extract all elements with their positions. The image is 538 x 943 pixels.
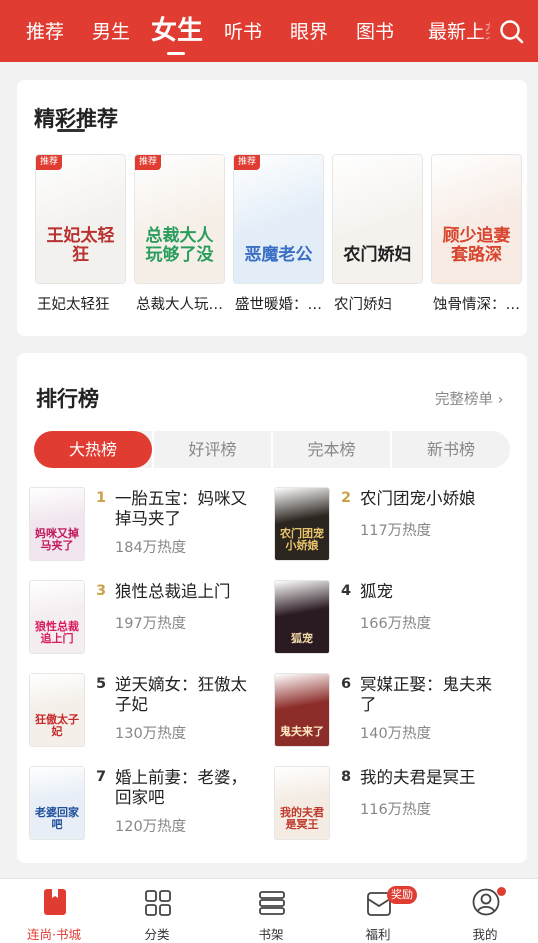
ranking-heat: 140万热度 bbox=[360, 726, 432, 742]
full-ranking-link[interactable]: 完整榜单 › bbox=[435, 388, 503, 409]
cover-title: 恶魔老公 bbox=[244, 245, 313, 265]
ranking-book-cover[interactable]: 鬼夫来了 bbox=[275, 674, 329, 746]
featured-book-name[interactable]: 总裁大人玩够了没 bbox=[136, 293, 228, 314]
ranking-book-cover[interactable]: 老婆回家吧 bbox=[30, 767, 84, 839]
ranking-book-cover[interactable]: 狼性总裁追上门 bbox=[30, 581, 84, 653]
ranking-cover-title: 农门团宠小娇娘 bbox=[280, 527, 324, 552]
top-tab-bar: 推荐 男生 女生 听书 眼界 图书 最新上架 bbox=[0, 0, 538, 62]
ranking-book-cover[interactable]: 我的夫君是冥王 bbox=[275, 767, 329, 839]
ranking-book-title[interactable]: 一胎五宝：妈咪又掉马夹了 bbox=[115, 489, 260, 529]
featured-book-name[interactable]: 王妃太轻狂 bbox=[37, 293, 129, 314]
ranking-book-title[interactable]: 我的夫君是冥王 bbox=[360, 768, 505, 788]
ranking-heat: 116万热度 bbox=[360, 802, 432, 818]
featured-book-name[interactable]: 盛世暖婚：恶魔老公 bbox=[235, 293, 327, 314]
nav-label-welfare: 福利 bbox=[365, 927, 391, 942]
user-icon bbox=[472, 888, 500, 916]
ranking-heat: 117万热度 bbox=[360, 523, 432, 539]
search-button[interactable] bbox=[497, 17, 527, 47]
tab-completed[interactable]: 完本榜 bbox=[273, 431, 390, 468]
rank-number: 3 bbox=[96, 583, 107, 599]
cover-title: 农门娇妇 bbox=[343, 245, 412, 265]
nav-label-category: 分类 bbox=[144, 927, 170, 942]
ranking-book-title[interactable]: 农门团宠小娇娘 bbox=[360, 489, 505, 509]
ranking-heat: 130万热度 bbox=[115, 726, 187, 742]
rank-number: 8 bbox=[341, 769, 352, 785]
rank-number: 7 bbox=[96, 769, 107, 785]
tab-books[interactable]: 图书 bbox=[356, 0, 394, 62]
rank-number: 1 bbox=[96, 490, 107, 506]
tab-audiobook[interactable]: 听书 bbox=[224, 0, 262, 62]
bottom-nav: 连尚·书城 分类 书架 福利 我的 bbox=[0, 878, 538, 943]
book-icon bbox=[44, 889, 66, 915]
notification-dot bbox=[497, 887, 506, 896]
ranking-book-title[interactable]: 冥媒正娶：鬼夫来了 bbox=[360, 675, 505, 715]
nav-profile[interactable]: 我的 bbox=[431, 879, 538, 943]
ranking-book-title[interactable]: 狼性总裁追上门 bbox=[115, 582, 260, 602]
ranking-book-title[interactable]: 狐宠 bbox=[360, 582, 505, 602]
ranking-title: 排行榜 bbox=[36, 387, 99, 411]
tab-vision[interactable]: 眼界 bbox=[290, 0, 328, 62]
cover-title: 顾少追妻套路深 bbox=[442, 226, 511, 265]
featured-book-cover[interactable]: 推荐王妃太轻狂 bbox=[36, 155, 125, 283]
cover-title: 总裁大人玩够了没 bbox=[145, 226, 214, 265]
active-tab-indicator bbox=[167, 52, 185, 55]
ranking-tabs: 大热榜 好评榜 完本榜 新书榜 bbox=[34, 431, 510, 468]
rank-number: 4 bbox=[341, 583, 352, 599]
tab-top-rated[interactable]: 好评榜 bbox=[154, 431, 271, 468]
featured-book-cover[interactable]: 顾少追妻套路深 bbox=[432, 155, 521, 283]
featured-book-cover[interactable]: 农门娇妇 bbox=[333, 155, 422, 283]
nav-label-bookshelf: 书架 bbox=[258, 927, 284, 942]
ranking-book-cover[interactable]: 妈咪又掉马夹了 bbox=[30, 488, 84, 560]
recommend-badge: 推荐 bbox=[36, 155, 62, 170]
nav-bookshelf[interactable]: 书架 bbox=[217, 879, 325, 943]
recommend-badge: 推荐 bbox=[135, 155, 161, 170]
ranking-heat: 184万热度 bbox=[115, 540, 187, 556]
ranking-book-cover[interactable]: 农门团宠小娇娘 bbox=[275, 488, 329, 560]
featured-book-cover[interactable]: 推荐总裁大人玩够了没 bbox=[135, 155, 224, 283]
ranking-cover-title: 狐宠 bbox=[291, 632, 313, 645]
nav-label-profile: 我的 bbox=[472, 927, 498, 942]
ranking-book-cover[interactable]: 狐宠 bbox=[275, 581, 329, 653]
bookshelf-icon bbox=[259, 891, 285, 915]
tab-hot[interactable]: 大热榜 bbox=[34, 431, 152, 468]
nav-bookstore[interactable]: 连尚·书城 bbox=[0, 879, 108, 943]
ranking-cover-title: 鬼夫来了 bbox=[280, 725, 324, 738]
search-icon bbox=[500, 20, 524, 44]
nav-label-bookstore: 连尚·书城 bbox=[27, 927, 81, 942]
ranking-cover-title: 狼性总裁追上门 bbox=[35, 620, 79, 645]
ranking-cover-title: 老婆回家吧 bbox=[35, 806, 79, 831]
featured-book-name[interactable]: 蚀骨情深：顾少追妻套路深 bbox=[433, 293, 525, 314]
tab-recommend[interactable]: 推荐 bbox=[26, 0, 64, 62]
cover-title: 王妃太轻狂 bbox=[46, 226, 115, 265]
nav-welfare[interactable]: 福利 bbox=[324, 879, 432, 943]
recommend-badge: 推荐 bbox=[234, 155, 260, 170]
nav-category[interactable]: 分类 bbox=[103, 879, 211, 943]
ranking-heat: 120万热度 bbox=[115, 819, 187, 835]
tab-male[interactable]: 男生 bbox=[92, 0, 130, 62]
featured-title-underline bbox=[57, 129, 85, 132]
featured-book-cover[interactable]: 推荐恶魔老公 bbox=[234, 155, 323, 283]
grid-icon bbox=[145, 890, 171, 916]
ranking-book-cover[interactable]: 狂傲太子妃 bbox=[30, 674, 84, 746]
ranking-cover-title: 狂傲太子妃 bbox=[35, 713, 79, 738]
featured-book-name[interactable]: 农门娇妇 bbox=[334, 293, 426, 314]
ranking-cover-title: 我的夫君是冥王 bbox=[280, 806, 324, 831]
ranking-book-title[interactable]: 逆天嫡女：狂傲太子妃 bbox=[115, 675, 260, 715]
rank-number: 5 bbox=[96, 676, 107, 692]
ranking-book-title[interactable]: 婚上前妻：老婆，回家吧 bbox=[115, 768, 260, 808]
ranking-heat: 166万热度 bbox=[360, 616, 432, 632]
reward-badge: 奖励 bbox=[387, 886, 417, 904]
ranking-cover-title: 妈咪又掉马夹了 bbox=[35, 527, 79, 552]
rank-number: 6 bbox=[341, 676, 352, 692]
ranking-heat: 197万热度 bbox=[115, 616, 187, 632]
rank-number: 2 bbox=[341, 490, 352, 506]
tab-new-books[interactable]: 新书榜 bbox=[392, 431, 510, 468]
